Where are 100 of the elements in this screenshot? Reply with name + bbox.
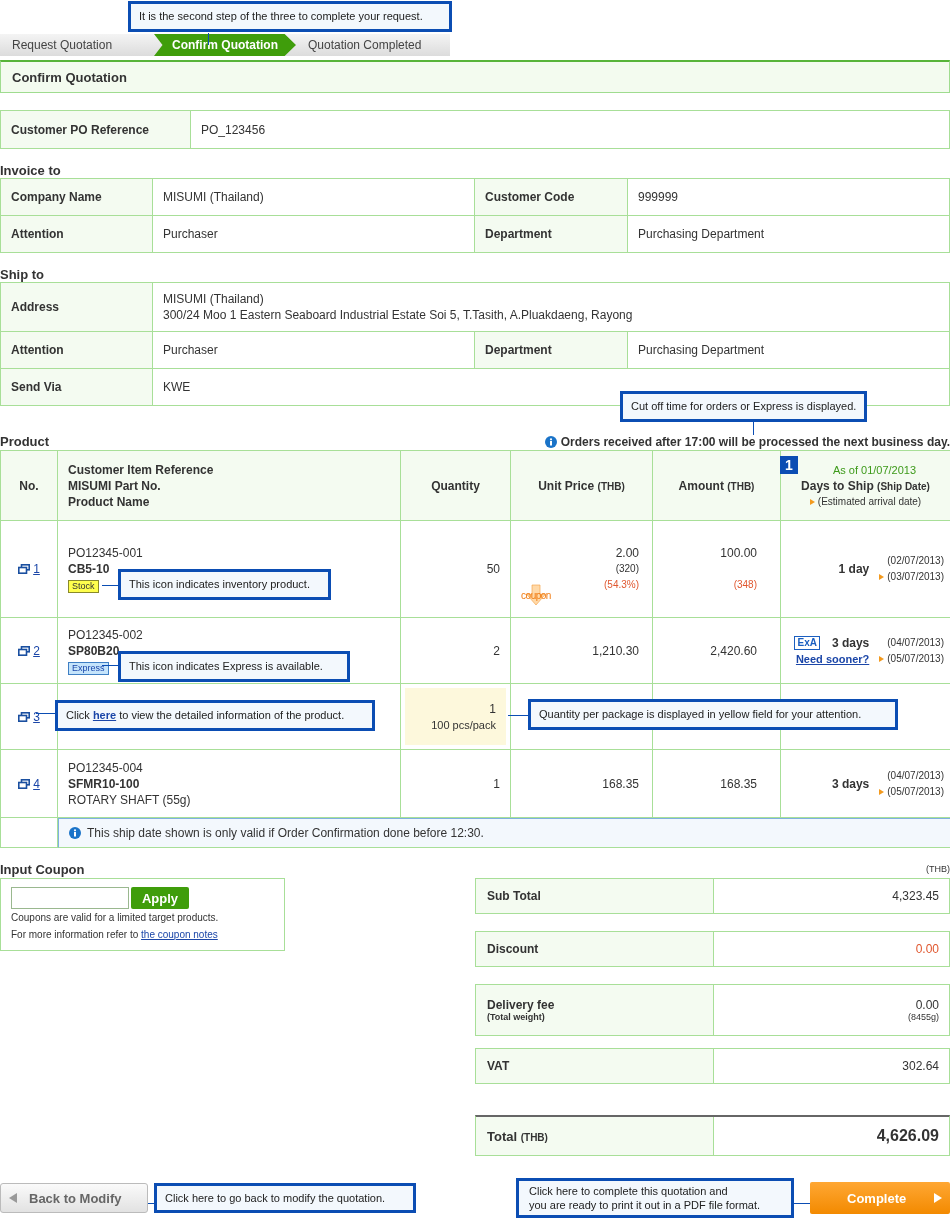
field-label: Attention [1,216,153,253]
field-label: Address [1,283,153,332]
back-to-modify-button[interactable]: Back to Modify [0,1183,148,1213]
leader-line [208,33,209,45]
column-header: No. [19,478,39,493]
info-icon [544,436,557,448]
window-icon[interactable] [18,711,31,722]
column-header: Amount (THB) [678,478,755,493]
field-label: Send Via [1,369,153,406]
field-label: Customer PO Reference [1,111,191,149]
item-reference: PO12345-002 [68,626,144,643]
part-number: SFMR10-100 [68,775,141,792]
field-label: Customer Code [475,179,628,216]
note-text: This ship date shown is only valid if Order Confirmation done before 12:30. [87,826,484,840]
field-value: Purchaser [153,216,475,253]
currency-label: (THB) [925,864,950,876]
unit-price: 168.35 [602,775,639,792]
need-sooner-link[interactable]: Need sooner? [795,650,870,667]
step-tab[interactable]: Quotation Completed [296,34,450,56]
total-label: VAT [476,1049,714,1083]
amount: 100.00 [720,545,757,561]
callout: Click here to complete this quotation and you are ready to print it out in a PDF file format. [516,1178,794,1218]
days-to-ship: 3 days [831,775,870,792]
leader-line [36,713,55,714]
row-number-link[interactable]: 2 [33,642,40,659]
coupon-note: Coupons are valid for a limited target products. [11,911,220,925]
price-note: (320) [615,562,639,576]
coupon-notes-link[interactable]: the coupon notes [141,929,218,940]
total-label: Total (THB) [476,1117,714,1155]
coupon-info: For more information refer to the coupon notes [11,928,219,942]
here-link[interactable]: here [92,709,117,721]
total-value: 0.00 (8455g) [906,997,940,1024]
notice-text: Orders received after 17:00 will be processed the next business day. [560,435,950,449]
unit-price: 2.00 [615,545,639,561]
ship-date: (04/07/2013) [887,635,944,650]
section-heading: Input Coupon [0,862,86,877]
ship-date: (04/07/2013) [887,768,944,783]
row-number-link[interactable]: 1 [33,561,40,577]
discount-rate: (54.3%) [604,578,639,592]
field-value: PO_123456 [191,111,950,149]
arrival-date: (03/07/2013) [887,570,944,584]
amount: 168.35 [720,775,757,792]
window-icon[interactable] [18,778,31,789]
coupon-badge: coupon [519,581,553,611]
quantity-cell: 50 [486,561,500,577]
section-heading: Ship to [0,267,46,282]
leader-line [753,420,754,435]
section-heading: Product [0,434,50,449]
left-triangle-icon [9,1193,17,1203]
part-number: SP80B20 [68,642,121,659]
total-value: 4,626.09 [875,1126,940,1146]
days-to-ship: 1 day [838,561,870,577]
as-of-date: As of 01/07/2013 [832,464,917,476]
triangle-icon [879,788,885,795]
callout: Click here to view the detailed information of the product. [55,700,375,731]
triangle-icon [879,574,885,580]
triangle-icon [879,655,885,662]
arrival-date: (05/07/2013) [887,784,944,799]
page-title: Confirm Quotation [0,60,950,93]
quantity-cell: 1 [493,775,500,792]
total-label: Delivery fee (Total weight) [476,985,714,1035]
total-label: Sub Total [476,879,714,913]
field-value: Purchasing Department [628,216,950,253]
window-icon[interactable] [18,645,31,656]
field-value: Purchaser [153,332,475,369]
item-reference: PO12345-001 [68,545,144,561]
callout: Cut off time for orders or Express is displayed. [620,391,868,422]
info-icon [69,827,81,839]
total-value: 4,323.45 [891,888,940,905]
leader-line [102,665,118,666]
leader-line [102,585,118,586]
right-triangle-icon [934,1193,942,1203]
callout: This icon indicates inventory product. [118,569,331,600]
section-heading: Invoice to [0,163,62,178]
arrival-date: (05/07/2013) [887,651,944,666]
callout: Quantity per package is displayed in yellow field for your attention. [528,699,898,730]
window-icon[interactable] [18,564,31,574]
leader-line [794,1203,810,1204]
field-label: Attention [1,332,153,369]
field-label: Department [475,216,628,253]
callout: This icon indicates Express is available. [118,651,350,682]
field-value: MISUMI (Thailand) [153,179,475,216]
field-label: Department [475,332,628,369]
field-value: 999999 [628,179,950,216]
coupon-input-field[interactable] [11,887,129,909]
total-value: 0.00 [914,941,940,958]
row-number-link[interactable]: 4 [33,775,40,792]
column-header: Quantity [431,478,480,493]
callout: It is the second step of the three to complete your request. [128,1,452,32]
number-marker: 1 [780,456,798,474]
callout: Click here to go back to modify the quotation. [154,1182,416,1214]
triangle-icon [809,498,815,505]
amount: 2,420.60 [710,642,757,659]
unit-price: 1,210.30 [592,642,639,659]
step-tab[interactable]: Request Quotation [0,34,154,56]
badge: Express [68,661,109,675]
badge: Stock [68,580,99,593]
field-value: Purchasing Department [628,332,950,369]
total-value: 302.64 [901,1058,940,1075]
leader-line [148,1203,154,1204]
